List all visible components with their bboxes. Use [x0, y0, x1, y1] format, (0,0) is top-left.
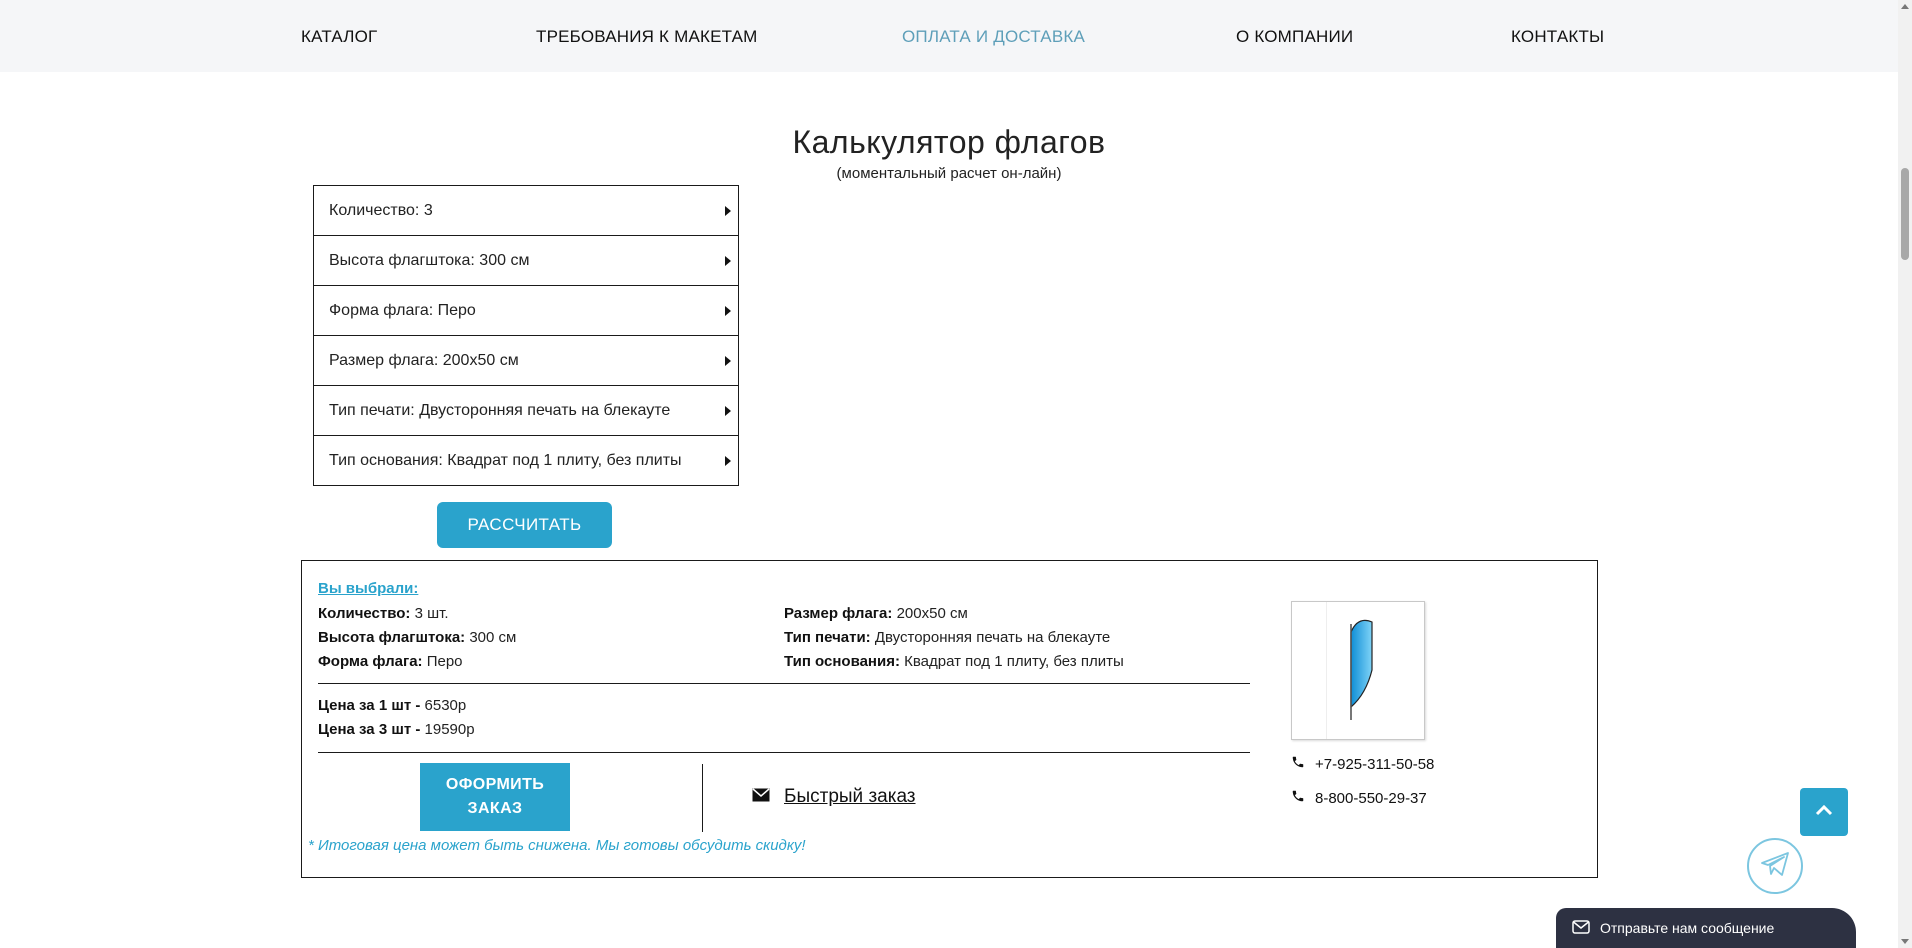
option-quantity[interactable]: Количество: 3 [314, 186, 738, 236]
triangle-right-icon [725, 406, 731, 416]
phone-icon [1291, 755, 1305, 773]
option-label: Высота флагштока: 300 см [329, 251, 530, 269]
phone-link-1[interactable]: +7-925-311-50-58 [1291, 755, 1434, 773]
divider [318, 683, 1250, 684]
summary-value: Перо [426, 653, 463, 670]
phone-icon [1291, 789, 1305, 807]
option-pole-height[interactable]: Высота флагштока: 300 см [314, 236, 738, 286]
discount-note: * Итоговая цена может быть снижена. Мы г… [308, 837, 806, 854]
telegram-icon [1760, 851, 1790, 882]
scroll-down-arrow-icon[interactable] [1901, 939, 1909, 944]
option-flag-shape[interactable]: Форма флага: Перо [314, 286, 738, 336]
place-order-button[interactable]: ОФОРМИТЬ ЗАКАЗ [420, 763, 570, 831]
scrollbar-thumb[interactable] [1901, 168, 1909, 260]
summary-value: Квадрат под 1 плиту, без плиты [904, 653, 1124, 670]
top-navigation: КАТАЛОГ ТРЕБОВАНИЯ К МАКЕТАМ ОПЛАТА И ДО… [0, 0, 1898, 72]
price-total: Цена за 3 шт - 19590р [318, 721, 475, 738]
nav-link-layout-requirements[interactable]: ТРЕБОВАНИЯ К МАКЕТАМ [536, 27, 758, 47]
quick-order-label: Быстрый заказ [784, 786, 916, 807]
order-button-line2: ЗАКАЗ [467, 800, 523, 817]
summary-title: Вы выбрали: [318, 580, 419, 597]
triangle-right-icon [725, 206, 731, 216]
option-label: Размер флага: 200x50 см [329, 351, 519, 369]
summary-value: 3 шт. [414, 605, 449, 622]
nav-link-payment-delivery[interactable]: ОПЛАТА И ДОСТАВКА [902, 27, 1085, 47]
summary-key: Тип печати: [784, 629, 871, 646]
option-label: Тип основания: Квадрат под 1 плиту, без … [329, 451, 682, 469]
triangle-right-icon [725, 256, 731, 266]
scroll-up-arrow-icon[interactable] [1901, 4, 1909, 9]
summary-key: Тип основания: [784, 653, 900, 670]
flag-preview-image [1291, 601, 1425, 740]
option-label: Количество: 3 [329, 201, 433, 219]
nav-link-catalog[interactable]: КАТАЛОГ [301, 27, 377, 47]
mail-icon [1572, 919, 1590, 937]
summary-flag-shape: Форма флага: Перо [318, 653, 463, 670]
vertical-divider [702, 764, 703, 832]
summary-key: Высота флагштока: [318, 629, 466, 646]
price-per-unit: Цена за 1 шт - 6530р [318, 697, 466, 714]
option-print-type[interactable]: Тип печати: Двусторонняя печать на блека… [314, 386, 738, 436]
scroll-to-top-button[interactable] [1800, 788, 1848, 836]
phone-number: +7-925-311-50-58 [1315, 755, 1435, 773]
envelope-icon [752, 786, 770, 808]
chat-widget[interactable]: Отправьте нам сообщение [1556, 908, 1856, 948]
summary-value: Двусторонняя печать на блекауте [874, 629, 1111, 646]
option-flag-size[interactable]: Размер флага: 200x50 см [314, 336, 738, 386]
summary-key: Форма флага: [318, 653, 423, 670]
summary-key: Размер флага: [784, 605, 893, 622]
summary-value: 200x50 см [896, 605, 968, 622]
phone-link-2[interactable]: 8-800-550-29-37 [1291, 789, 1427, 807]
order-button-line1: ОФОРМИТЬ [445, 776, 545, 793]
triangle-right-icon [725, 306, 731, 316]
summary-key: Количество: [318, 605, 411, 622]
option-label: Форма флага: Перо [329, 301, 476, 319]
summary-value: 300 см [469, 629, 517, 646]
page-scrollbar[interactable] [1898, 0, 1912, 948]
calculate-button[interactable]: РАССЧИТАТЬ [437, 502, 612, 548]
phone-number: 8-800-550-29-37 [1315, 789, 1427, 807]
summary-flag-size: Размер флага: 200x50 см [784, 605, 968, 622]
page-subtitle: (моментальный расчет он-лайн) [836, 165, 1062, 182]
price-value: 6530р [424, 697, 467, 714]
calculator-options: Количество: 3 Высота флагштока: 300 см Ф… [313, 185, 739, 486]
nav-link-about[interactable]: О КОМПАНИИ [1236, 27, 1353, 47]
nav-link-contacts[interactable]: КОНТАКТЫ [1511, 27, 1604, 47]
option-label: Тип печати: Двусторонняя печать на блека… [329, 401, 671, 419]
summary-base-type: Тип основания: Квадрат под 1 плиту, без … [784, 653, 1124, 670]
summary-print-type: Тип печати: Двусторонняя печать на блека… [784, 629, 1110, 646]
price-key: Цена за 1 шт - [318, 697, 421, 714]
quick-order-link[interactable]: Быстрый заказ [752, 786, 916, 808]
price-key: Цена за 3 шт - [318, 721, 421, 738]
triangle-right-icon [725, 456, 731, 466]
chevron-up-icon [1815, 803, 1833, 821]
summary-quantity: Количество: 3 шт. [318, 605, 449, 622]
chat-widget-label: Отправьте нам сообщение [1600, 920, 1775, 936]
page-title: Калькулятор флагов [792, 124, 1106, 160]
option-base-type[interactable]: Тип основания: Квадрат под 1 плиту, без … [314, 436, 738, 486]
telegram-button[interactable] [1747, 838, 1803, 894]
price-value: 19590р [424, 721, 475, 738]
summary-panel: Вы выбрали: Количество: 3 шт. Высота фла… [301, 560, 1598, 878]
divider [318, 752, 1250, 753]
summary-pole-height: Высота флагштока: 300 см [318, 629, 516, 646]
triangle-right-icon [725, 356, 731, 366]
